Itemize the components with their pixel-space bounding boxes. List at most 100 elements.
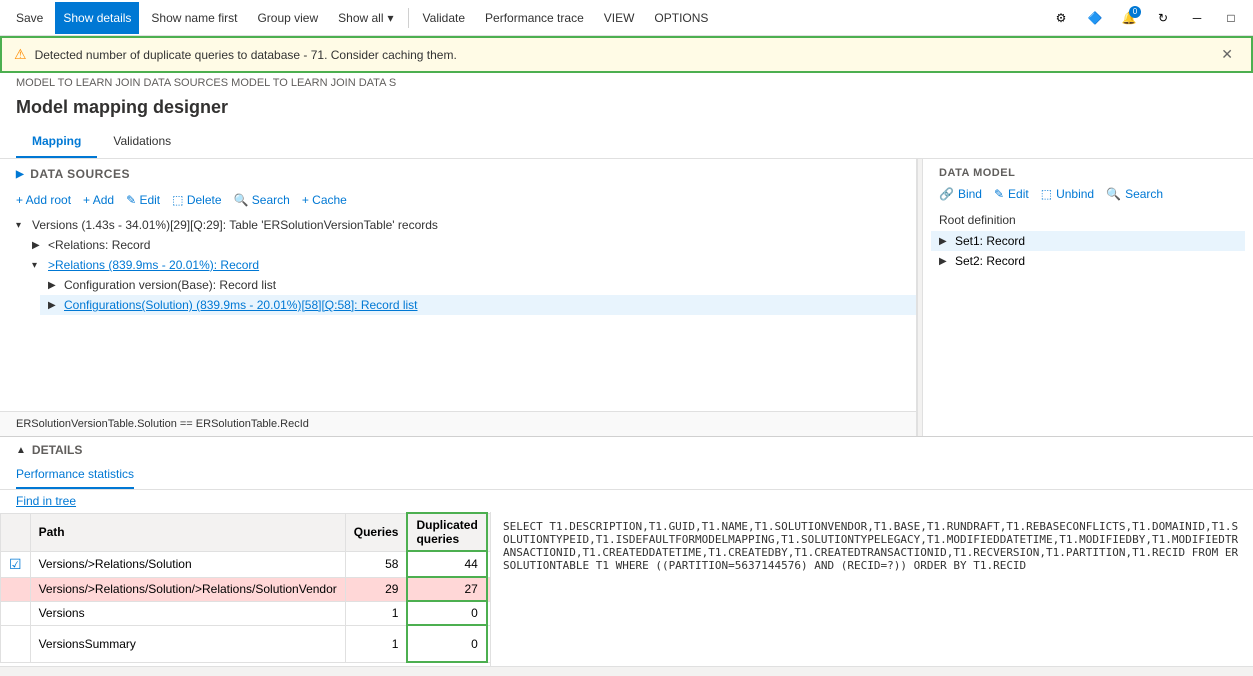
settings-icon-btn[interactable]: ⚙	[1047, 4, 1075, 32]
perf-table-wrapper[interactable]: Path Queries Duplicated queries Descript…	[0, 512, 490, 666]
root-definition-label: Root definition	[923, 209, 1253, 231]
table-row[interactable]: ☑ Versions/>Relations/Solution 58 44	[1, 551, 491, 577]
table-row[interactable]: VersionsSummary 1 0 Record list 'Version…	[1, 625, 491, 662]
tab-mapping[interactable]: Mapping	[16, 126, 97, 158]
tree-item-relations[interactable]: ▾ >Relations (839.9ms - 20.01%): Record	[24, 255, 916, 275]
row-dup-queries: 27	[407, 577, 486, 601]
warning-banner: ⚠ Detected number of duplicate queries t…	[0, 36, 1253, 73]
notification-icon-btn[interactable]: 🔔 0	[1115, 4, 1143, 32]
group-view-button[interactable]: Group view	[249, 2, 326, 34]
table-row[interactable]: Versions 1 0	[1, 601, 491, 625]
details-label: DETAILS	[32, 443, 82, 457]
row-queries: 29	[345, 577, 407, 601]
dm-item-set2[interactable]: ▶ Set2: Record	[931, 251, 1245, 271]
sql-panel: SELECT T1.DESCRIPTION,T1.GUID,T1.NAME,T1…	[490, 512, 1253, 666]
tree-arrow-relations-base[interactable]: ▶	[32, 240, 44, 251]
datasources-collapse-arrow[interactable]: ▶	[16, 169, 24, 180]
bind-button[interactable]: 🔗 Bind	[939, 187, 982, 201]
warning-close-button[interactable]: ✕	[1215, 44, 1239, 65]
warning-icon: ⚠	[14, 46, 27, 63]
show-all-button[interactable]: Show all ▾	[330, 2, 401, 34]
th-queries[interactable]: Queries	[345, 513, 407, 551]
right-panel: DATA MODEL 🔗 Bind ✎ Edit ⬚ Unbind	[923, 159, 1253, 436]
tree-label-relations: >Relations (839.9ms - 20.01%): Record	[48, 258, 259, 272]
top-toolbar: Save Show details Show name first Group …	[0, 0, 1253, 36]
row-path: Versions/>Relations/Solution	[30, 551, 345, 577]
save-button[interactable]: Save	[8, 2, 51, 34]
add-button[interactable]: + Add	[83, 193, 114, 207]
details-tabs: Performance statistics	[0, 463, 1253, 490]
formula-bar: ERSolutionVersionTable.Solution == ERSol…	[0, 411, 916, 436]
app-container: Save Show details Show name first Group …	[0, 0, 1253, 676]
tree-label-configurations: Configurations(Solution) (839.9ms - 20.0…	[64, 298, 418, 312]
page-title: Model mapping designer	[0, 93, 1253, 126]
dm-label-set1: Set1: Record	[955, 234, 1025, 248]
delete-button[interactable]: ⬚ Delete	[172, 193, 221, 207]
minimize-icon-btn[interactable]: ─	[1183, 4, 1211, 32]
row-path: VersionsSummary	[30, 625, 345, 662]
datamodel-header: DATA MODEL	[923, 159, 1253, 183]
table-row[interactable]: Versions/>Relations/Solution/>Relations/…	[1, 577, 491, 601]
breadcrumb: MODEL TO LEARN JOIN DATA SOURCES MODEL T…	[0, 73, 1253, 93]
datamodel-toolbar: 🔗 Bind ✎ Edit ⬚ Unbind 🔍 Search	[923, 183, 1253, 209]
dm-arrow-set2[interactable]: ▶	[939, 256, 951, 267]
datasources-section-header: ▶ DATA SOURCES	[0, 159, 916, 189]
view-button[interactable]: VIEW	[596, 2, 643, 34]
th-check	[1, 513, 31, 551]
edit-dm-button[interactable]: ✎ Edit	[994, 187, 1029, 201]
row-dup-queries: 0	[407, 601, 486, 625]
tree-label-relations-base: <Relations: Record	[48, 238, 150, 252]
toolbar-right: ⚙ 🔷 🔔 0 ↻ ─ □	[1047, 4, 1245, 32]
performance-trace-button[interactable]: Performance trace	[477, 2, 592, 34]
row-check[interactable]: ☑	[1, 551, 31, 577]
dm-tree: ▶ Set1: Record ▶ Set2: Record	[923, 231, 1253, 436]
validate-button[interactable]: Validate	[415, 2, 473, 34]
tree-item-versions[interactable]: ▾ Versions (1.43s - 34.01%)[29][Q:29]: T…	[8, 215, 916, 235]
tree-label-versions: Versions (1.43s - 34.01%)[29][Q:29]: Tab…	[32, 218, 438, 232]
add-root-button[interactable]: + Add root	[16, 193, 71, 207]
row-check[interactable]	[1, 577, 31, 601]
row-queries: 58	[345, 551, 407, 577]
unbind-icon: ⬚	[1041, 187, 1052, 201]
find-in-tree-link[interactable]: Find in tree	[0, 490, 1253, 512]
office-icon-btn[interactable]: 🔷	[1081, 4, 1109, 32]
tree-arrow-relations[interactable]: ▾	[32, 260, 44, 271]
search-button[interactable]: 🔍 Search	[234, 193, 290, 207]
cache-button[interactable]: + Cache	[302, 193, 347, 207]
row-queries: 1	[345, 601, 407, 625]
search-icon: 🔍	[1106, 187, 1121, 201]
refresh-icon-btn[interactable]: ↻	[1149, 4, 1177, 32]
options-button[interactable]: OPTIONS	[646, 2, 716, 34]
tree-item-configurations[interactable]: ▶ Configurations(Solution) (839.9ms - 20…	[40, 295, 916, 315]
left-panel: ▶ DATA SOURCES + Add root + Add ✎ Edit ⬚…	[0, 159, 917, 436]
row-check[interactable]	[1, 625, 31, 662]
th-dup-queries[interactable]: Duplicated queries	[407, 513, 486, 551]
unbind-button[interactable]: ⬚ Unbind	[1041, 187, 1094, 201]
dm-arrow-set1[interactable]: ▶	[939, 236, 951, 247]
dm-label-set2: Set2: Record	[955, 254, 1025, 268]
dm-item-set1[interactable]: ▶ Set1: Record	[931, 231, 1245, 251]
tree-arrow-config-version[interactable]: ▶	[48, 280, 60, 291]
search-dm-button[interactable]: 🔍 Search	[1106, 187, 1163, 201]
edit-button[interactable]: ✎ Edit	[126, 193, 160, 207]
perf-stats-tab[interactable]: Performance statistics	[16, 463, 134, 489]
details-collapse-arrow[interactable]: ▲	[16, 445, 26, 456]
maximize-icon-btn[interactable]: □	[1217, 4, 1245, 32]
tree-item-relations-base[interactable]: ▶ <Relations: Record	[24, 235, 916, 255]
row-queries: 1	[345, 625, 407, 662]
row-check[interactable]	[1, 601, 31, 625]
details-header: ▲ DETAILS	[0, 437, 1253, 463]
th-path[interactable]: Path	[30, 513, 345, 551]
show-name-first-button[interactable]: Show name first	[143, 2, 245, 34]
tree-arrow-versions[interactable]: ▾	[16, 220, 28, 231]
tree-arrow-configurations[interactable]: ▶	[48, 300, 60, 311]
upper-content: ▶ DATA SOURCES + Add root + Add ✎ Edit ⬚…	[0, 159, 1253, 436]
show-details-button[interactable]: Show details	[55, 2, 139, 34]
warning-text: Detected number of duplicate queries to …	[35, 48, 1208, 62]
datasources-label: DATA SOURCES	[30, 167, 130, 181]
tree-item-config-version[interactable]: ▶ Configuration version(Base): Record li…	[40, 275, 916, 295]
tab-validations[interactable]: Validations	[97, 126, 187, 158]
perf-table: Path Queries Duplicated queries Descript…	[0, 512, 490, 663]
bottom-scrollbar[interactable]	[0, 666, 1253, 676]
content-area: ▶ DATA SOURCES + Add root + Add ✎ Edit ⬚…	[0, 159, 1253, 676]
